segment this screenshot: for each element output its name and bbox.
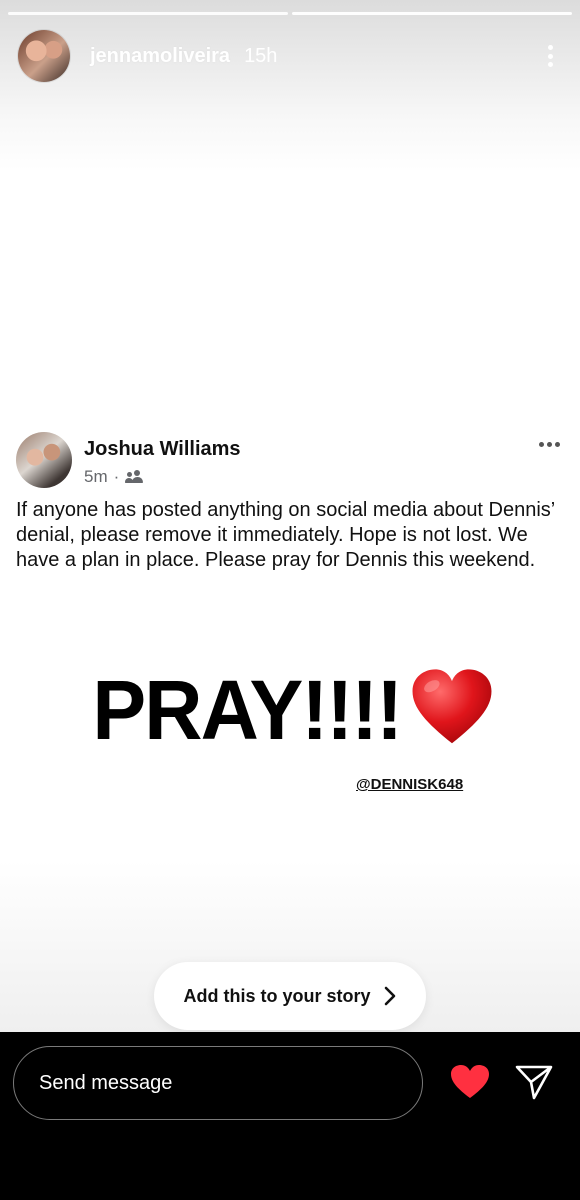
heart-icon[interactable] [450, 1064, 490, 1100]
story-frame[interactable]: jennamoliveira 15h Joshua Williams 5m · [0, 0, 580, 1032]
add-to-story-label: Add this to your story [183, 985, 371, 1006]
story-header: jennamoliveira 15h [18, 30, 562, 82]
send-icon[interactable] [514, 1063, 554, 1101]
mention-tag[interactable]: @DENNISK648 [356, 776, 463, 793]
post-separator: · [113, 467, 120, 486]
progress-segment [8, 12, 288, 15]
post-subline: 5m · [84, 467, 241, 487]
add-to-story-button[interactable]: Add this to your story [154, 962, 426, 1030]
chevron-right-icon [384, 986, 395, 1006]
story-timestamp: 15h [244, 44, 278, 67]
shared-post-card: Joshua Williams 5m · If anyone has poste… [16, 432, 564, 573]
post-meta: Joshua Williams 5m · [84, 432, 241, 487]
friends-icon [125, 470, 144, 484]
pray-sticker: PRAY!!!! [0, 662, 580, 759]
send-message-input[interactable]: Send message [13, 1046, 423, 1120]
story-progress-bar [8, 12, 572, 15]
post-header: Joshua Williams 5m · [16, 432, 564, 488]
post-more-icon [539, 442, 560, 447]
post-timestamp: 5m [84, 467, 108, 486]
story-username[interactable]: jennamoliveira [90, 45, 230, 68]
red-heart-icon [412, 668, 492, 743]
post-author-avatar [16, 432, 72, 488]
story-reply-bar: Send message [0, 1032, 580, 1200]
more-options-icon[interactable] [538, 41, 562, 71]
post-author-name: Joshua Williams [84, 438, 241, 460]
send-message-placeholder: Send message [39, 1071, 173, 1094]
progress-segment-current [292, 12, 572, 15]
story-author-avatar[interactable] [18, 30, 70, 82]
pray-text: PRAY!!!! [92, 663, 404, 757]
post-body-text: If anyone has posted anything on social … [16, 499, 555, 571]
